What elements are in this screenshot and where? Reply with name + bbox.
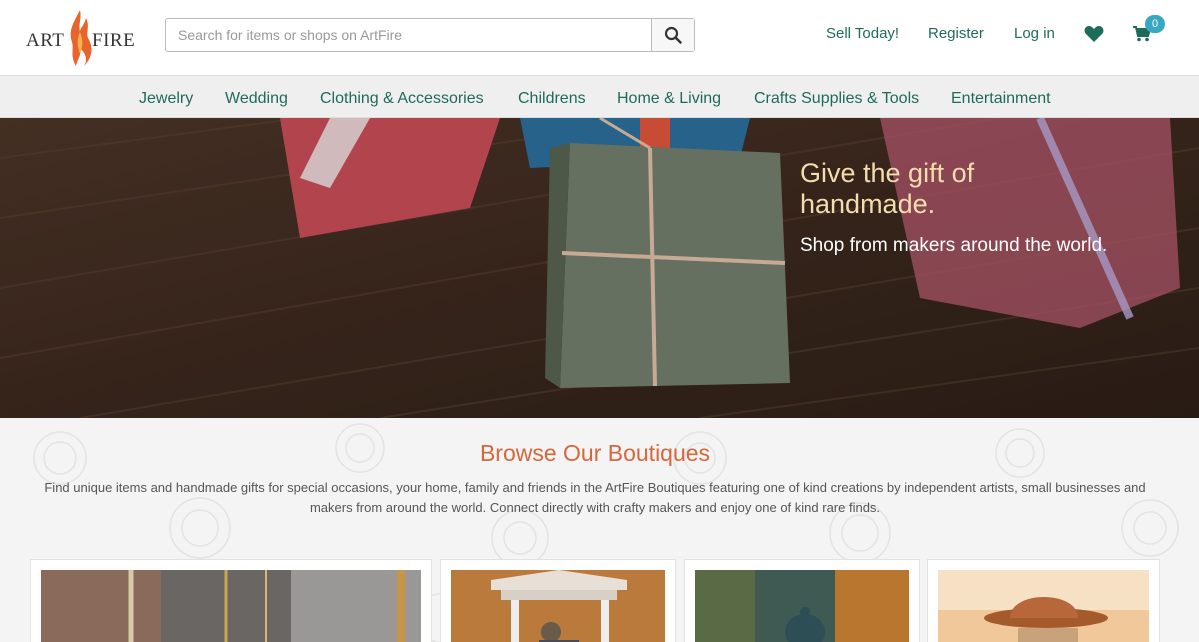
category-clothing-accessories[interactable]: Clothing & Accessories <box>320 90 484 108</box>
search-button[interactable] <box>651 19 694 51</box>
hero-subtitle: Shop from makers around the world. <box>800 235 1108 256</box>
boutique-card-wedding[interactable] <box>440 559 676 642</box>
boutique-clothing-image <box>695 570 909 642</box>
category-entertainment[interactable]: Entertainment <box>951 90 1051 108</box>
search-box <box>165 18 695 52</box>
boutique-card-jewelry[interactable] <box>30 559 432 642</box>
logo-art-text: ART <box>26 30 65 51</box>
flame-icon <box>70 10 92 66</box>
boutique-wedding-image <box>451 570 665 642</box>
category-jewelry[interactable]: Jewelry <box>139 90 193 108</box>
search-icon <box>664 26 682 44</box>
logo-fire-text: FIRE <box>92 30 136 51</box>
boutique-jewelry-image <box>41 570 421 642</box>
category-nav: Jewelry Wedding Clothing & Accessories C… <box>0 76 1199 118</box>
login-link[interactable]: Log in <box>1014 25 1055 42</box>
category-home-living[interactable]: Home & Living <box>617 90 721 108</box>
boutique-card-accessories[interactable] <box>927 559 1160 642</box>
category-childrens[interactable]: Childrens <box>518 90 586 108</box>
boutiques-heading: Browse Our Boutiques <box>479 440 711 466</box>
cart-count-badge: 0 <box>1145 15 1165 33</box>
artfire-logo[interactable]: ART FIRE <box>26 8 138 70</box>
register-link[interactable]: Register <box>928 25 984 42</box>
boutique-card-clothing[interactable] <box>684 559 920 642</box>
sell-today-link[interactable]: Sell Today! <box>826 25 899 42</box>
boutique-accessories-image <box>938 570 1149 642</box>
favorites-heart-icon[interactable] <box>1084 25 1104 48</box>
hero-title: Give the gift of handmade. <box>800 158 975 219</box>
site-header: ART FIRE Sell Today! Register Log in 0 <box>0 0 1199 76</box>
hero-banner[interactable]: Give the gift of handmade. Shop from mak… <box>0 118 1199 418</box>
category-wedding[interactable]: Wedding <box>225 90 288 108</box>
category-crafts-supplies-tools[interactable]: Crafts Supplies & Tools <box>754 90 919 108</box>
boutiques-description: Find unique items and handmade gifts for… <box>44 480 1146 515</box>
boutiques-section: Browse Our Boutiques Find unique items a… <box>0 418 1199 642</box>
search-input[interactable] <box>166 19 653 51</box>
